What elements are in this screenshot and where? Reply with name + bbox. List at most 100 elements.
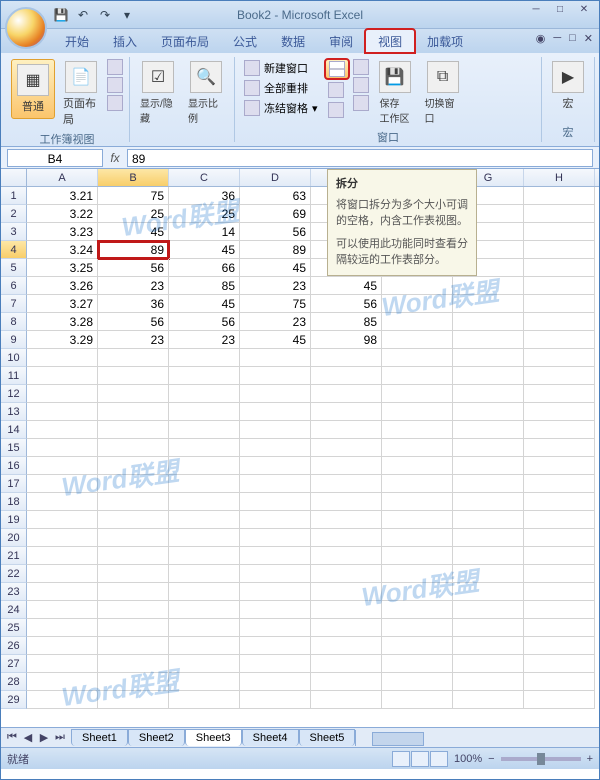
view-layout-button[interactable] [411,751,429,767]
cell[interactable] [311,529,382,547]
cell[interactable] [382,583,453,601]
cell[interactable]: 25 [169,205,240,223]
cell[interactable] [524,187,595,205]
cell[interactable]: 3.24 [27,241,98,259]
cell[interactable] [453,655,524,673]
cell[interactable]: 23 [98,277,169,295]
cell[interactable] [27,421,98,439]
cell[interactable] [311,583,382,601]
cell[interactable] [453,547,524,565]
view-normal-button[interactable] [392,751,410,767]
cell[interactable] [453,313,524,331]
row-header[interactable]: 7 [1,295,27,313]
cell[interactable] [453,619,524,637]
row-header[interactable]: 11 [1,367,27,385]
cell[interactable] [169,691,240,709]
cell[interactable] [382,367,453,385]
reset-pos-icon[interactable] [353,95,369,111]
split-button[interactable] [325,59,349,79]
hide-button[interactable] [325,81,349,99]
cell[interactable] [453,385,524,403]
cell[interactable] [98,547,169,565]
tab-home[interactable]: 开始 [53,30,101,53]
cell[interactable] [524,277,595,295]
cell[interactable] [27,619,98,637]
cell[interactable] [27,367,98,385]
zoom-button[interactable]: 🔍 显示比例 [184,59,228,127]
cell[interactable] [311,349,382,367]
cell[interactable]: 75 [240,295,311,313]
freeze-panes-button[interactable]: 冻结窗格▾ [241,99,321,117]
tab-formulas[interactable]: 公式 [221,30,269,53]
cell[interactable] [382,439,453,457]
cell[interactable] [382,349,453,367]
cell[interactable]: 23 [240,313,311,331]
redo-icon[interactable]: ↷ [97,7,113,23]
col-header[interactable]: D [240,169,311,186]
row-header[interactable]: 3 [1,223,27,241]
cell[interactable] [240,385,311,403]
cell[interactable]: 3.25 [27,259,98,277]
cell[interactable] [524,511,595,529]
cell[interactable] [27,403,98,421]
fx-icon[interactable]: fx [103,151,127,165]
cell[interactable]: 85 [311,313,382,331]
cell[interactable] [27,457,98,475]
cell[interactable] [311,565,382,583]
cell[interactable]: 45 [240,331,311,349]
cell[interactable] [382,673,453,691]
cell[interactable] [311,439,382,457]
col-header[interactable]: A [27,169,98,186]
row-header[interactable]: 27 [1,655,27,673]
cell[interactable] [240,619,311,637]
col-header[interactable]: H [524,169,595,186]
cell[interactable]: 23 [240,277,311,295]
cell[interactable]: 45 [98,223,169,241]
doc-close-button[interactable]: ✕ [584,32,593,45]
cell[interactable]: 63 [240,187,311,205]
cell[interactable] [524,349,595,367]
sheet-nav-first-icon[interactable]: ⏮ [5,731,19,744]
cell[interactable] [453,421,524,439]
cell[interactable]: 3.21 [27,187,98,205]
cell[interactable] [169,493,240,511]
new-window-button[interactable]: 新建窗口 [241,59,321,77]
cell[interactable] [240,511,311,529]
cell[interactable] [169,565,240,583]
cell[interactable] [311,385,382,403]
normal-view-button[interactable]: ▦ 普通 [11,59,55,119]
cell[interactable] [98,493,169,511]
tab-view[interactable]: 视图 [365,29,415,53]
cell[interactable] [240,637,311,655]
cell[interactable] [169,349,240,367]
cell[interactable] [382,511,453,529]
cell[interactable] [453,367,524,385]
cell[interactable] [240,403,311,421]
cell[interactable] [98,439,169,457]
cell[interactable]: 25 [98,205,169,223]
row-header[interactable]: 17 [1,475,27,493]
cell[interactable]: 3.26 [27,277,98,295]
cell[interactable] [382,277,453,295]
macros-button[interactable]: ▶ 宏 [548,59,588,113]
cell[interactable] [98,691,169,709]
cell[interactable] [382,403,453,421]
cell[interactable] [240,457,311,475]
cell[interactable] [98,421,169,439]
cell[interactable]: 3.22 [27,205,98,223]
cell[interactable]: 3.28 [27,313,98,331]
cell[interactable]: 14 [169,223,240,241]
cell[interactable] [169,637,240,655]
cell[interactable] [240,493,311,511]
cell[interactable] [311,691,382,709]
cell[interactable] [453,493,524,511]
cell[interactable] [311,367,382,385]
cell[interactable] [98,529,169,547]
cell[interactable] [524,313,595,331]
cell[interactable] [524,223,595,241]
sheet-tab[interactable]: Sheet4 [242,729,299,746]
sheet-tab[interactable]: Sheet2 [128,729,185,746]
cell[interactable] [453,349,524,367]
cell[interactable]: 98 [311,331,382,349]
cell[interactable] [453,403,524,421]
